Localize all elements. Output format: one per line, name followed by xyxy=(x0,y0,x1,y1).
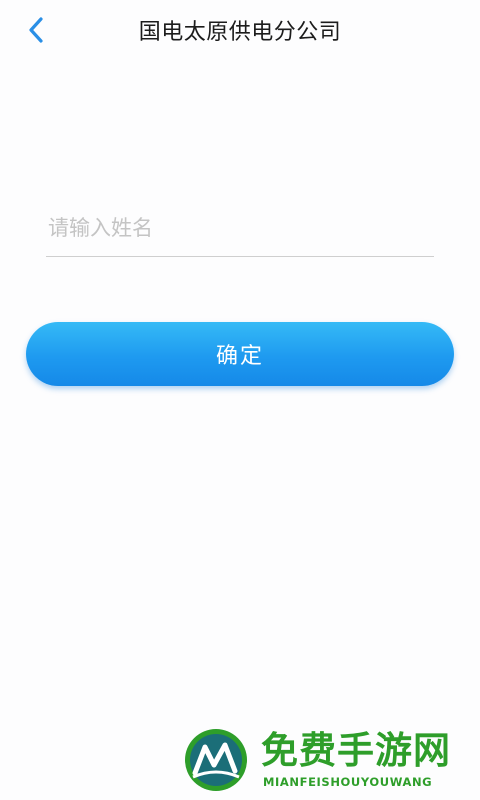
watermark-title: 免费手游网 xyxy=(261,728,451,772)
stylized-m-logo-icon xyxy=(185,729,247,791)
confirm-button[interactable]: 确定 xyxy=(26,322,454,386)
chevron-left-icon xyxy=(29,17,43,43)
back-button[interactable] xyxy=(18,10,54,50)
header-bar: 国电太原供电分公司 xyxy=(0,0,480,60)
name-input[interactable] xyxy=(46,206,434,250)
watermark: 免费手游网 MIANFEISHOUYOUWANG xyxy=(183,727,473,797)
page-title: 国电太原供电分公司 xyxy=(138,20,342,45)
name-field[interactable] xyxy=(46,206,434,257)
watermark-subtitle: MIANFEISHOUYOUWANG xyxy=(263,775,433,789)
